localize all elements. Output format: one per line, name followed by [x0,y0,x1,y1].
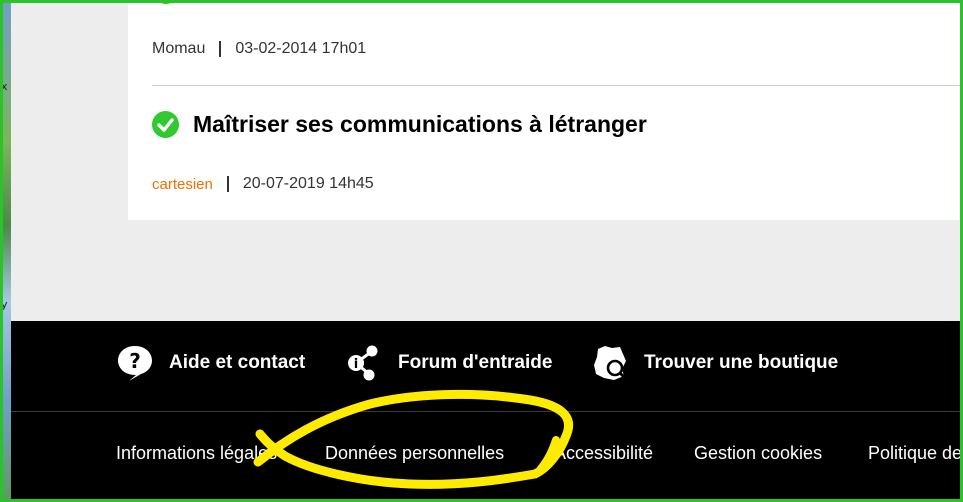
meta-separator [226,176,229,192]
post-author[interactable]: Momau [152,40,205,58]
legal-link[interactable]: Données personnelles [325,443,504,464]
help-link-label: Trouver une boutique [644,352,839,373]
share-nodes-icon: i [344,343,384,383]
legal-link[interactable]: Politique de [868,443,962,464]
legal-link[interactable]: Accessibilité [554,443,653,464]
desktop-edge: x l y l [0,0,11,502]
help-link-label: Aide et contact [169,352,306,373]
desktop-edge-glyph: l [1,408,5,421]
help-link-label: Forum d'entraide [398,352,553,373]
legal-link[interactable]: Informations légales [116,443,277,464]
post-date: 20-07-2019 14h45 [242,175,374,192]
post-meta: Momau 03-02-2014 17h01 [152,40,366,58]
desktop-edge-glyph: x [1,80,8,93]
legal-link[interactable]: Gestion cookies [694,443,822,464]
footer-help-link[interactable]: Trouver une boutique [590,343,838,383]
store-search-icon [590,343,630,383]
footer-divider [11,411,963,412]
footer-help-link[interactable]: ? Aide et contact [115,343,305,383]
solved-check-icon [152,111,179,138]
post-meta: cartesien 20-07-2019 14h45 [152,175,374,193]
post-title[interactable]: Maîtriser ses communications à létranger [193,111,647,138]
desktop-edge-glyph: y [1,298,8,311]
desktop-edge-glyph: l [1,190,5,203]
post-author[interactable]: cartesien [152,176,213,193]
post-title-row[interactable]: Maîtriser ses communications à létranger [152,111,647,138]
svg-text:i: i [354,357,358,372]
post-divider [152,85,963,86]
footer-help-link[interactable]: i Forum d'entraide [344,343,552,383]
meta-separator [219,41,222,57]
question-bubble-icon: ? [115,343,155,383]
svg-text:?: ? [129,349,141,373]
post-date: 03-02-2014 17h01 [235,40,367,57]
